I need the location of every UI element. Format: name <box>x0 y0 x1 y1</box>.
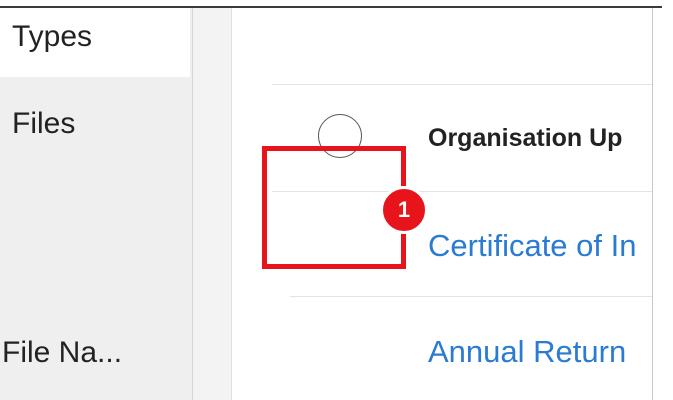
file-link-annual-return[interactable]: Annual Return <box>428 334 652 370</box>
column-header-name[interactable]: Organisation Up <box>428 124 652 153</box>
sidebar-item-files[interactable]: Files <box>12 107 75 141</box>
sidebar: Types Files File Na... <box>0 8 193 400</box>
divider <box>290 296 652 297</box>
step-badge: 1 <box>380 186 428 234</box>
pane-border <box>652 8 653 400</box>
sidebar-item-types[interactable]: Types <box>0 8 190 77</box>
divider <box>272 84 652 85</box>
sidebar-item-file-name[interactable]: File Na... <box>2 336 122 370</box>
sidebar-item-label: Types <box>12 20 93 53</box>
file-link-certificate[interactable]: Certificate of In <box>428 228 652 264</box>
pane-gutter <box>193 8 232 400</box>
